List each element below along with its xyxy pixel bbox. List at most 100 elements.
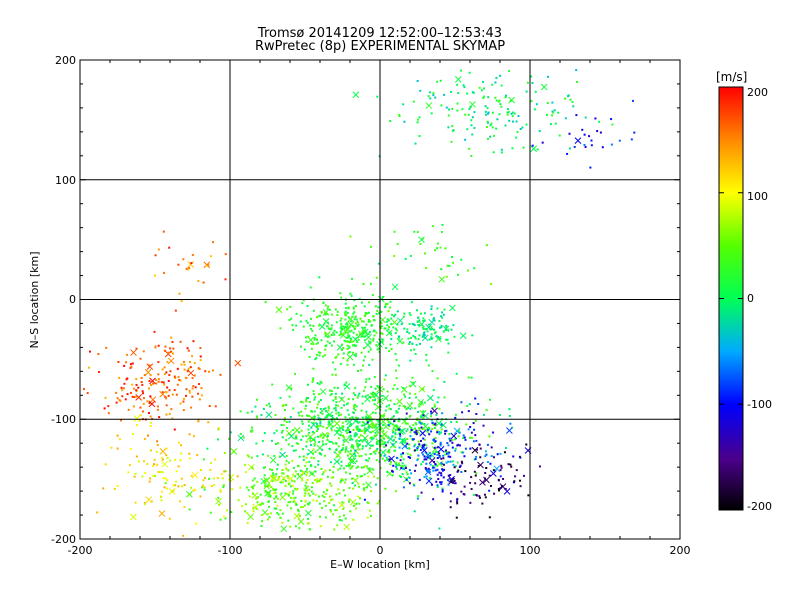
data-point [315, 499, 318, 502]
data-point [389, 120, 392, 123]
data-point [330, 392, 333, 395]
data-point [338, 433, 341, 436]
data-point [472, 493, 475, 496]
data-point [105, 346, 108, 349]
data-point [352, 398, 355, 401]
data-point [250, 456, 253, 459]
data-point [360, 301, 363, 304]
data-point [135, 377, 138, 380]
x-tick-label: 200 [670, 544, 691, 557]
data-point [347, 426, 350, 429]
data-point [411, 342, 414, 345]
data-point [458, 444, 461, 447]
data-point [436, 473, 439, 476]
data-point [290, 317, 293, 320]
data-point [222, 484, 225, 487]
data-point [351, 482, 354, 485]
data-point [280, 424, 283, 427]
data-point [277, 477, 280, 480]
data-point [153, 274, 156, 277]
data-point [302, 455, 305, 458]
data-point [162, 230, 165, 233]
data-point [352, 428, 355, 431]
data-point [143, 437, 146, 440]
data-point [372, 450, 375, 453]
data-point [219, 373, 222, 376]
data-point [332, 442, 335, 445]
data-point [172, 484, 175, 487]
data-point [318, 502, 321, 505]
data-point [402, 387, 405, 390]
data-point [349, 235, 352, 238]
data-point [388, 306, 391, 309]
data-point [175, 470, 178, 473]
data-point [478, 443, 481, 446]
data-point [322, 471, 325, 474]
data-point [338, 492, 341, 495]
data-point [406, 422, 409, 425]
data-point [312, 343, 315, 346]
data-point [488, 435, 491, 438]
data-point [170, 336, 173, 339]
data-point [440, 472, 443, 475]
colorbar-tick-label: 200 [747, 86, 768, 99]
data-point [455, 516, 458, 519]
data-point [390, 348, 393, 351]
data-point [281, 429, 284, 432]
data-point [434, 463, 437, 466]
data-point [417, 338, 420, 341]
data-point [328, 448, 331, 451]
data-point [214, 405, 217, 408]
data-point [349, 438, 352, 441]
data-point [314, 465, 317, 468]
data-point-x [280, 525, 288, 533]
data-point [415, 429, 418, 432]
data-point [336, 386, 339, 389]
data-point [377, 400, 380, 403]
data-point [209, 462, 212, 465]
data-point [318, 354, 321, 357]
data-point [390, 338, 393, 341]
data-point [335, 493, 338, 496]
data-point [163, 383, 166, 386]
data-point [155, 450, 158, 453]
data-point [333, 329, 336, 332]
data-point [368, 457, 371, 460]
data-point [439, 246, 442, 249]
data-point [551, 101, 554, 104]
data-point [274, 413, 277, 416]
data-point [343, 404, 346, 407]
data-point [445, 461, 448, 464]
data-point [393, 403, 396, 406]
data-point [297, 411, 300, 414]
data-point [429, 456, 432, 459]
data-point [130, 365, 133, 368]
data-point [270, 475, 273, 478]
data-point [558, 134, 561, 137]
data-point [438, 433, 441, 436]
data-point [366, 416, 369, 419]
data-point [285, 454, 288, 457]
data-point [371, 358, 374, 361]
data-point [409, 454, 412, 457]
data-point [388, 350, 391, 353]
data-point [366, 501, 369, 504]
data-point [326, 438, 329, 441]
data-point [333, 528, 336, 531]
data-point [324, 304, 327, 307]
data-point [160, 490, 163, 493]
data-point [512, 120, 515, 123]
data-point [360, 369, 363, 372]
data-point [417, 440, 420, 443]
data-point [422, 317, 425, 320]
data-point [447, 452, 450, 455]
data-point [416, 79, 419, 82]
data-point [355, 466, 358, 469]
data-point [449, 439, 452, 442]
data-point [451, 107, 454, 110]
data-point [344, 481, 347, 484]
data-point [477, 403, 480, 406]
data-point [346, 347, 349, 350]
data-point-x [574, 137, 582, 145]
data-point [408, 341, 411, 344]
